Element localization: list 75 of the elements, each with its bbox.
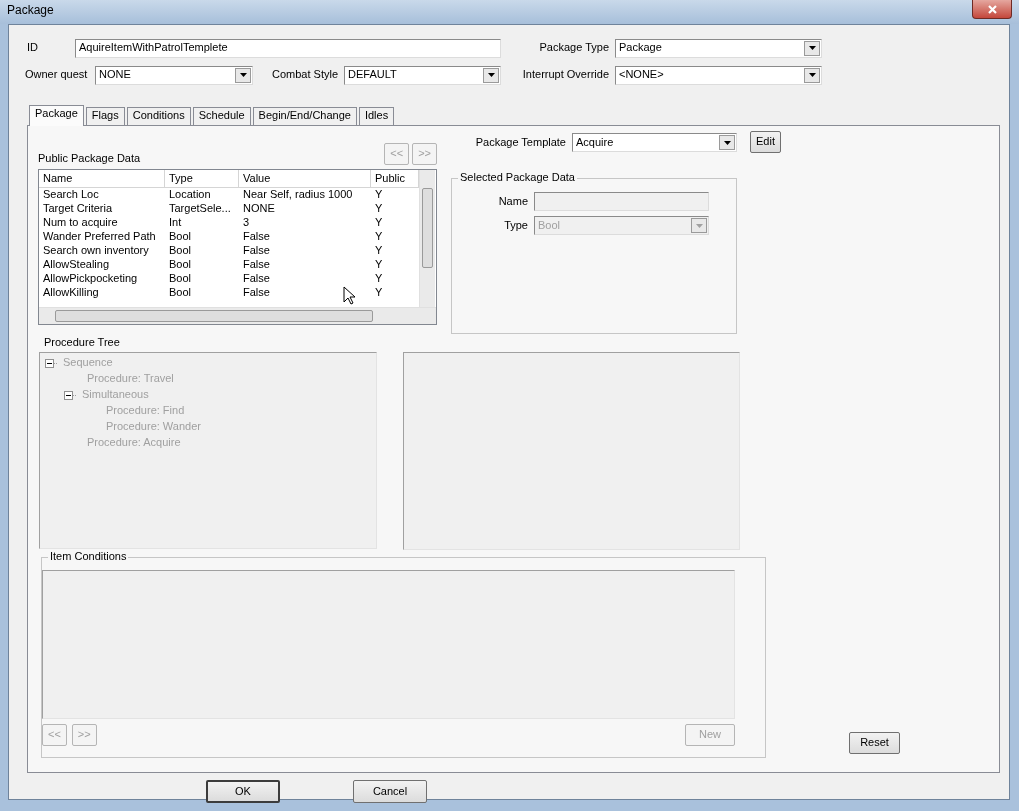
edit-button[interactable]: Edit — [750, 131, 781, 153]
table-cell-text: Y — [374, 244, 384, 258]
table-cell-text: Y — [374, 188, 384, 202]
column-header[interactable]: Public — [371, 170, 419, 188]
horizontal-scrollbar[interactable] — [39, 307, 436, 324]
table-cell-text: False — [242, 286, 271, 300]
close-button[interactable] — [972, 0, 1012, 19]
table-cell-text: False — [242, 230, 271, 244]
vertical-scrollbar[interactable] — [419, 170, 435, 307]
table-cell-text: Bool — [168, 230, 193, 244]
column-header[interactable]: Value — [239, 170, 371, 188]
tab[interactable]: Begin/End/Change — [252, 107, 357, 125]
dropdown[interactable]: Package — [615, 38, 822, 58]
tab[interactable]: Conditions — [126, 107, 191, 125]
tab[interactable]: Schedule — [192, 107, 251, 125]
field-label: Combat Style — [270, 68, 339, 82]
table-cell-text: Num to acquire — [42, 216, 119, 230]
table-cell-text: Y — [374, 216, 384, 230]
caret-icon — [487, 73, 495, 77]
caret-icon — [808, 46, 816, 50]
table-cell-text: Search own inventory — [42, 244, 150, 258]
table-cell-text: Wander Preferred Path — [42, 230, 157, 244]
field-label: ID — [27, 41, 39, 55]
table-cell-text: NONE — [242, 202, 276, 216]
field-label: Type — [503, 218, 529, 233]
mouse-cursor-icon — [343, 286, 356, 305]
caret-icon — [695, 223, 703, 228]
dropdown[interactable]: Acquire — [572, 133, 737, 152]
table-cell-text: 3 — [242, 216, 251, 230]
tab[interactable]: Flags — [85, 107, 125, 125]
tab[interactable]: Idles — [358, 107, 395, 125]
field-label: Package Template — [474, 135, 567, 150]
window-title: Package — [7, 3, 54, 18]
table-cell-text: False — [242, 272, 271, 286]
table-cell-text: Bool — [168, 272, 193, 286]
reset-button[interactable]: Reset — [849, 732, 900, 754]
table-cell-text: False — [242, 258, 271, 272]
dialog-button[interactable]: Cancel — [353, 780, 427, 803]
close-icon — [987, 4, 997, 14]
table-cell-text: Search Loc — [42, 188, 100, 202]
table-cell-text: AllowPickpocketing — [42, 272, 139, 286]
table-cell-text: Bool — [168, 244, 193, 258]
caret-icon — [239, 73, 247, 77]
dropdown[interactable]: NONE — [95, 65, 253, 85]
field-label: Owner quest — [25, 68, 89, 82]
dialog-button[interactable]: OK — [206, 780, 280, 803]
table-cell-text: Int — [168, 216, 183, 230]
table-cell-text: Y — [374, 272, 384, 286]
table-cell-text: Near Self, radius 1000 — [242, 188, 354, 202]
dropdown[interactable]: DEFAULT — [344, 65, 501, 85]
table-cell-text: TargetSele... — [168, 202, 232, 216]
section-label: Public Package Data — [38, 151, 141, 165]
caret-icon — [723, 140, 731, 145]
table-cell-text: Y — [374, 286, 384, 300]
table-cell-text: Y — [374, 202, 384, 216]
field-label: Package Type — [538, 41, 610, 55]
column-header[interactable]: Type — [165, 170, 239, 188]
caret-icon — [808, 73, 816, 77]
table-cell-text: Location — [168, 188, 212, 202]
field-label: Name — [497, 194, 529, 209]
field-label: Interrupt Override — [521, 68, 610, 82]
table-cell-text: Target Criteria — [42, 202, 114, 216]
column-header[interactable]: Name — [39, 170, 165, 188]
section-label: Procedure Tree — [43, 336, 121, 350]
table-cell-text: Y — [374, 258, 384, 272]
table-cell-text: Bool — [168, 258, 193, 272]
group-title: Selected Package Data — [458, 171, 577, 185]
table-cell-text: Y — [374, 230, 384, 244]
table-cell-text: False — [242, 244, 271, 258]
table-cell-text: AllowKilling — [42, 286, 100, 300]
table-cell-text: Bool — [168, 286, 193, 300]
table-cell-text: AllowStealing — [42, 258, 111, 272]
tab[interactable]: Package — [29, 105, 84, 126]
id-field[interactable]: AquireItemWithPatrolTemplete — [75, 38, 501, 58]
dropdown[interactable]: <NONE> — [615, 65, 822, 85]
